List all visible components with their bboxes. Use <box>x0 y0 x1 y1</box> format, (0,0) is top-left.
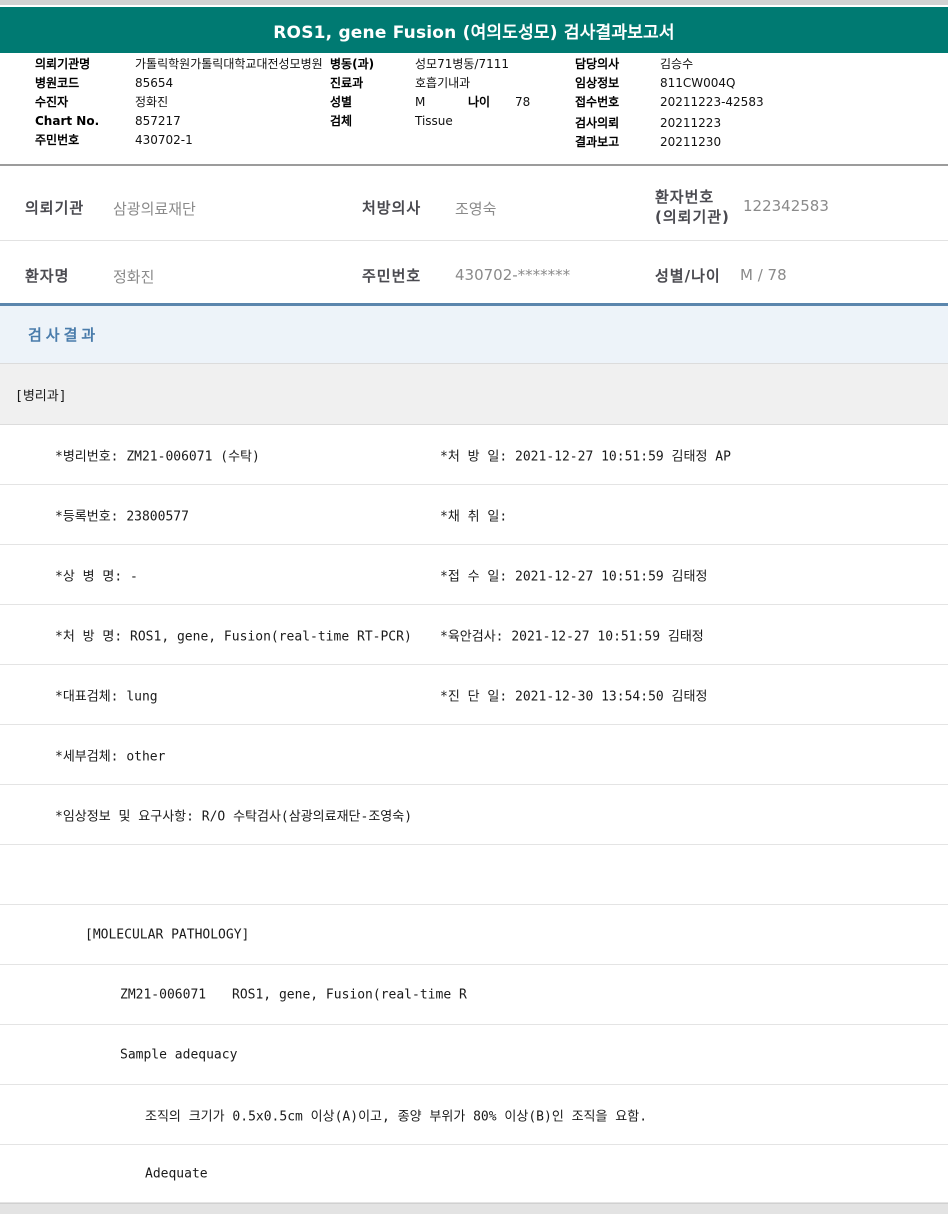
value-sex-age: M / 78 <box>740 266 787 284</box>
value-chart-no: 857217 <box>135 114 181 129</box>
header-divider <box>0 164 948 166</box>
label-prescribing-doc: 처방의사 <box>362 197 421 218</box>
label-patient-no-1: 환자번호 <box>655 186 714 207</box>
detail-rows: *병리번호: ZM21-006071 (수탁) *처 방 일: 2021-12-… <box>0 425 948 1203</box>
label-patient-name: 환자명 <box>25 265 69 286</box>
window-top-strip <box>0 0 948 5</box>
footer-bar <box>0 1203 948 1214</box>
value-referrer-name: 가톨릭학원가톨릭대학교대전성모병원 <box>135 57 323 72</box>
label-age: 나이 <box>468 95 490 110</box>
sub-specimen: *세부검체: other <box>55 745 165 764</box>
collection-date: *채 취 일: <box>440 505 507 524</box>
label-clinical-info: 임상정보 <box>575 76 619 91</box>
molecular-pathology-header: [MOLECULAR PATHOLOGY] <box>85 927 249 942</box>
label-referrer-name: 의뢰기관명 <box>35 57 90 72</box>
main-specimen: *대표검체: lung <box>55 685 158 704</box>
label-referral-org: 의뢰기관 <box>25 197 84 218</box>
report-page: ROS1, gene Fusion (여의도성모) 검사결과보고서 의뢰기관명 … <box>0 0 948 1214</box>
row-pathology-no: *병리번호: ZM21-006071 (수탁) *처 방 일: 2021-12-… <box>0 425 948 485</box>
row-registration-no: *등록번호: 23800577 *채 취 일: <box>0 485 948 545</box>
order-name: *처 방 명: ROS1, gene, Fusion(real-time RT-… <box>55 625 412 644</box>
label-examinee: 수진자 <box>35 95 68 110</box>
label-test-requested: 검사의뢰 <box>575 116 619 131</box>
pathology-no: *병리번호: ZM21-006071 (수탁) <box>55 445 260 464</box>
row-clinical-request: *임상정보 및 요구사항: R/O 수탁검사(삼광의료재단-조영숙) <box>0 785 948 845</box>
value-test-requested: 20211223 <box>660 116 721 131</box>
row-specimen-test: ZM21-006071 ROS1, gene, Fusion(real-time… <box>0 965 948 1025</box>
department-band: [병리과] <box>0 363 948 425</box>
mid-divider <box>0 240 948 241</box>
department-label: [병리과] <box>15 385 67 404</box>
label-hospital-code: 병원코드 <box>35 76 79 91</box>
sample-adequacy-label: Sample adequacy <box>120 1047 237 1062</box>
row-order-name: *처 방 명: ROS1, gene, Fusion(real-time RT-… <box>0 605 948 665</box>
value-patient-name: 정화진 <box>113 266 154 287</box>
diagnosis-date: *진 단 일: 2021-12-30 13:54:50 김태정 <box>440 685 707 704</box>
row-molecular-header: [MOLECULAR PATHOLOGY] <box>0 905 948 965</box>
value-clinic-dept: 호흡기내과 <box>415 76 470 91</box>
label-patient-no-2: (의뢰기관) <box>655 206 730 227</box>
value-ward-dept: 성모71병동/7111 <box>415 57 509 72</box>
order-date: *처 방 일: 2021-12-27 10:51:59 김태정 AP <box>440 445 731 464</box>
label-specimen: 검체 <box>330 114 352 129</box>
specimen-id: ZM21-006071 <box>120 987 206 1002</box>
value-examinee: 정화진 <box>135 95 168 110</box>
value-hospital-code: 85654 <box>135 76 173 91</box>
report-title-bar: ROS1, gene Fusion (여의도성모) 검사결과보고서 <box>0 7 948 53</box>
value-referral-org: 삼광의료재단 <box>113 198 196 219</box>
gross-exam-date: *육안검사: 2021-12-27 10:51:59 김태정 <box>440 625 704 644</box>
clinical-request: *임상정보 및 요구사항: R/O 수탁검사(삼광의료재단-조영숙) <box>55 805 412 824</box>
value-doctor: 김승수 <box>660 57 693 72</box>
row-diagnosis-name: *상 병 명: - *접 수 일: 2021-12-27 10:51:59 김태… <box>0 545 948 605</box>
label-sex: 성별 <box>330 95 352 110</box>
row-adequacy-result: Adequate <box>0 1145 948 1203</box>
value-sex: M <box>415 95 425 110</box>
row-adequacy-criteria: 조직의 크기가 0.5x0.5cm 이상(A)이고, 종양 부위가 80% 이상… <box>0 1085 948 1145</box>
label-ward-dept: 병동(과) <box>330 57 374 72</box>
section-title: 검사결과 <box>28 324 99 345</box>
registration-no: *등록번호: 23800577 <box>55 505 189 524</box>
value-result-report: 20211230 <box>660 135 721 150</box>
report-title: ROS1, gene Fusion (여의도성모) 검사결과보고서 <box>273 18 675 43</box>
label-resident-id: 주민번호 <box>362 265 421 286</box>
adequacy-criteria: 조직의 크기가 0.5x0.5cm 이상(A)이고, 종양 부위가 80% 이상… <box>145 1105 647 1124</box>
label-resident-no: 주민번호 <box>35 133 79 148</box>
row-empty <box>0 845 948 905</box>
label-clinic-dept: 진료과 <box>330 76 363 91</box>
value-clinical-info: 811CW004Q <box>660 76 736 91</box>
row-sub-specimen: *세부검체: other <box>0 725 948 785</box>
row-main-specimen: *대표검체: lung *진 단 일: 2021-12-30 13:54:50 … <box>0 665 948 725</box>
value-accession-no: 20211223-42583 <box>660 95 764 110</box>
label-result-report: 결과보고 <box>575 135 619 150</box>
test-results-section-header: 검사결과 <box>0 303 948 363</box>
value-prescribing-doc: 조영숙 <box>455 198 496 219</box>
row-sample-adequacy: Sample adequacy <box>0 1025 948 1085</box>
diagnosis-name: *상 병 명: - <box>55 565 138 584</box>
value-resident-id: 430702-******* <box>455 266 570 284</box>
value-patient-no: 122342583 <box>743 197 829 215</box>
test-name: ROS1, gene, Fusion(real-time R <box>232 987 467 1002</box>
value-age: 78 <box>515 95 530 110</box>
receipt-date: *접 수 일: 2021-12-27 10:51:59 김태정 <box>440 565 707 584</box>
label-doctor: 담당의사 <box>575 57 619 72</box>
value-resident-no: 430702-1 <box>135 133 193 148</box>
value-specimen: Tissue <box>415 114 453 129</box>
label-accession-no: 접수번호 <box>575 95 619 110</box>
adequacy-result: Adequate <box>145 1166 208 1181</box>
label-sex-age: 성별/나이 <box>655 265 721 286</box>
label-chart-no: Chart No. <box>35 114 99 129</box>
